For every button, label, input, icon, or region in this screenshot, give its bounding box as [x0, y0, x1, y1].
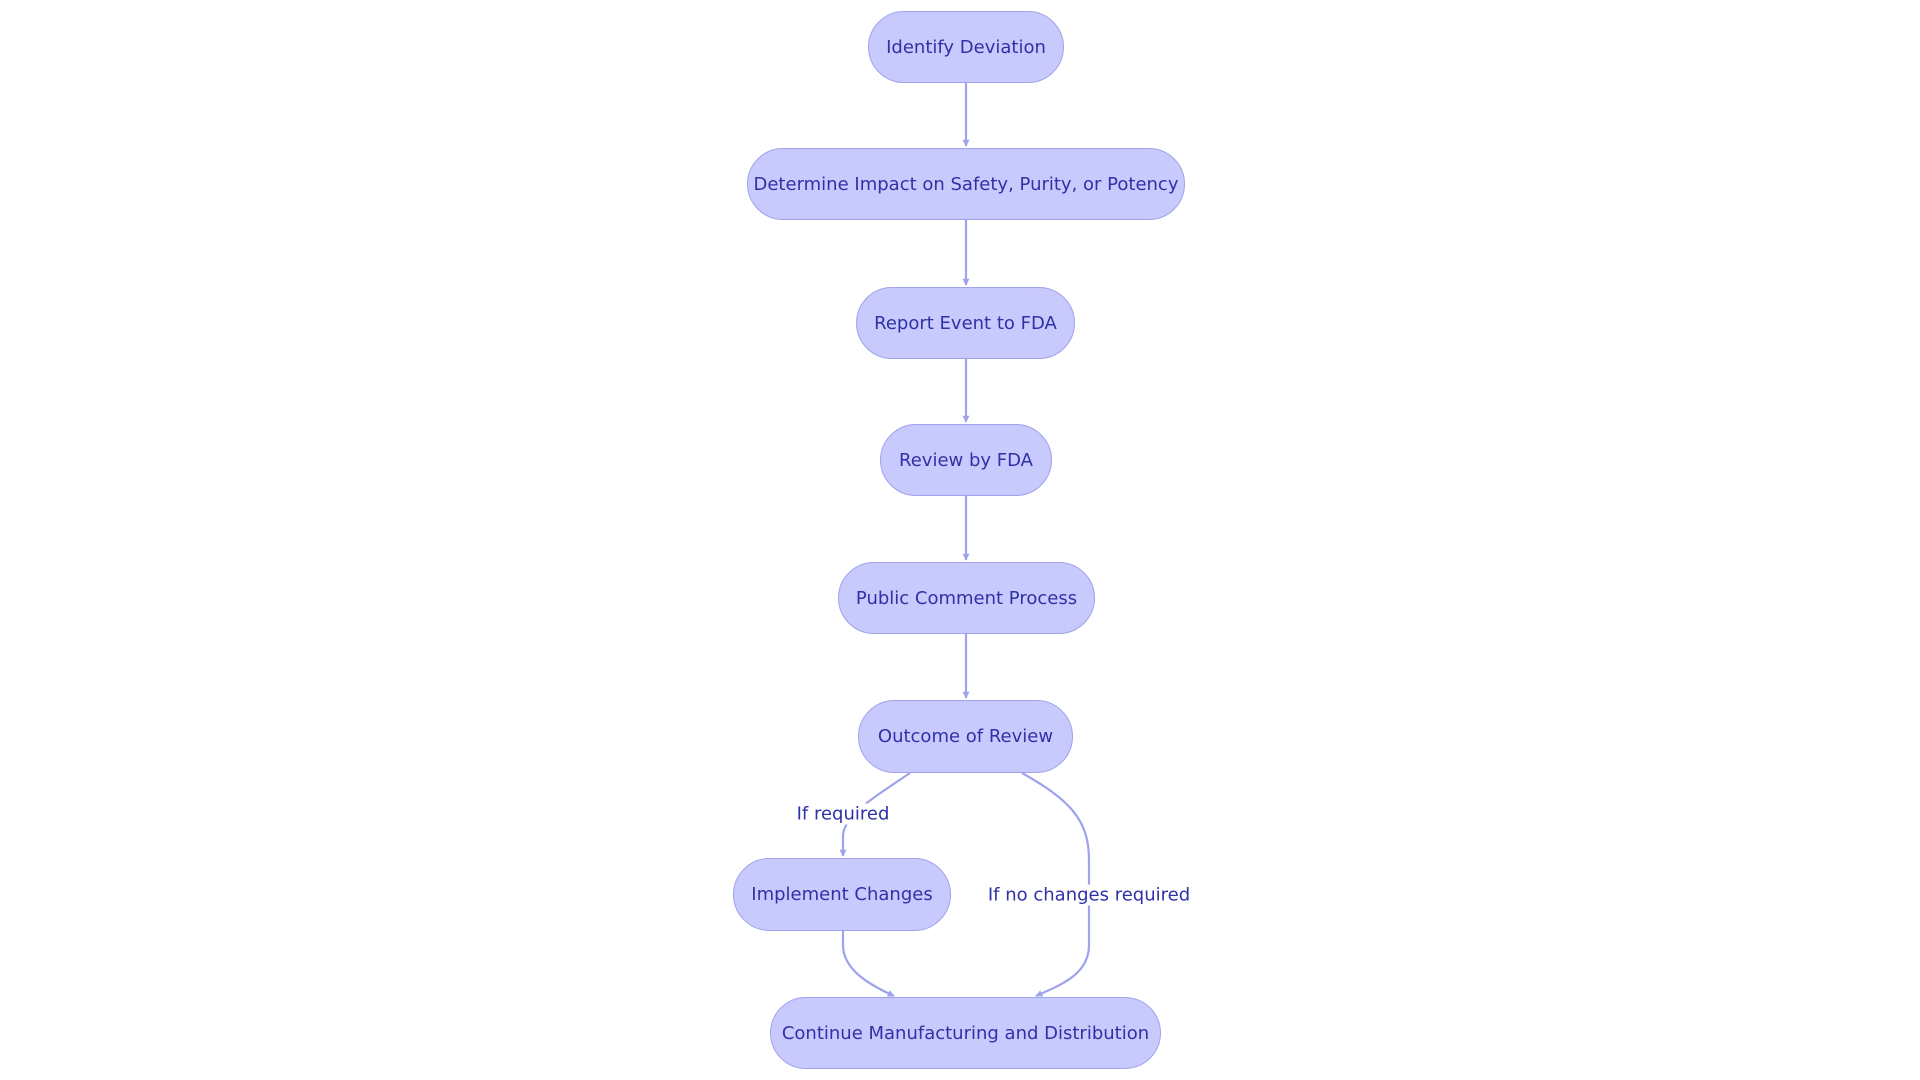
node-label: Report Event to FDA — [874, 312, 1057, 334]
node-label: Review by FDA — [899, 449, 1033, 471]
node-continue-manufacturing: Continue Manufacturing and Distribution — [770, 997, 1161, 1069]
edge-label-if-required: If required — [794, 803, 892, 825]
node-label: Implement Changes — [751, 884, 933, 905]
node-report-event: Report Event to FDA — [856, 287, 1075, 359]
node-label: Determine Impact on Safety, Purity, or P… — [753, 173, 1179, 195]
node-label: Public Comment Process — [855, 587, 1078, 609]
node-review-by-fda: Review by FDA — [880, 424, 1052, 496]
node-public-comment: Public Comment Process — [838, 562, 1095, 634]
node-identify-deviation: Identify Deviation — [868, 11, 1064, 83]
node-determine-impact: Determine Impact on Safety, Purity, or P… — [747, 148, 1185, 220]
edge-label-if-no-changes: If no changes required — [985, 884, 1193, 906]
node-outcome-of-review: Outcome of Review — [858, 700, 1073, 773]
edge-implement-continue — [841, 931, 895, 997]
node-implement-changes: Implement Changes — [733, 858, 951, 931]
node-label: Outcome of Review — [877, 726, 1054, 747]
node-label: Identify Deviation — [886, 36, 1046, 58]
node-label: Continue Manufacturing and Distribution — [781, 1022, 1150, 1044]
